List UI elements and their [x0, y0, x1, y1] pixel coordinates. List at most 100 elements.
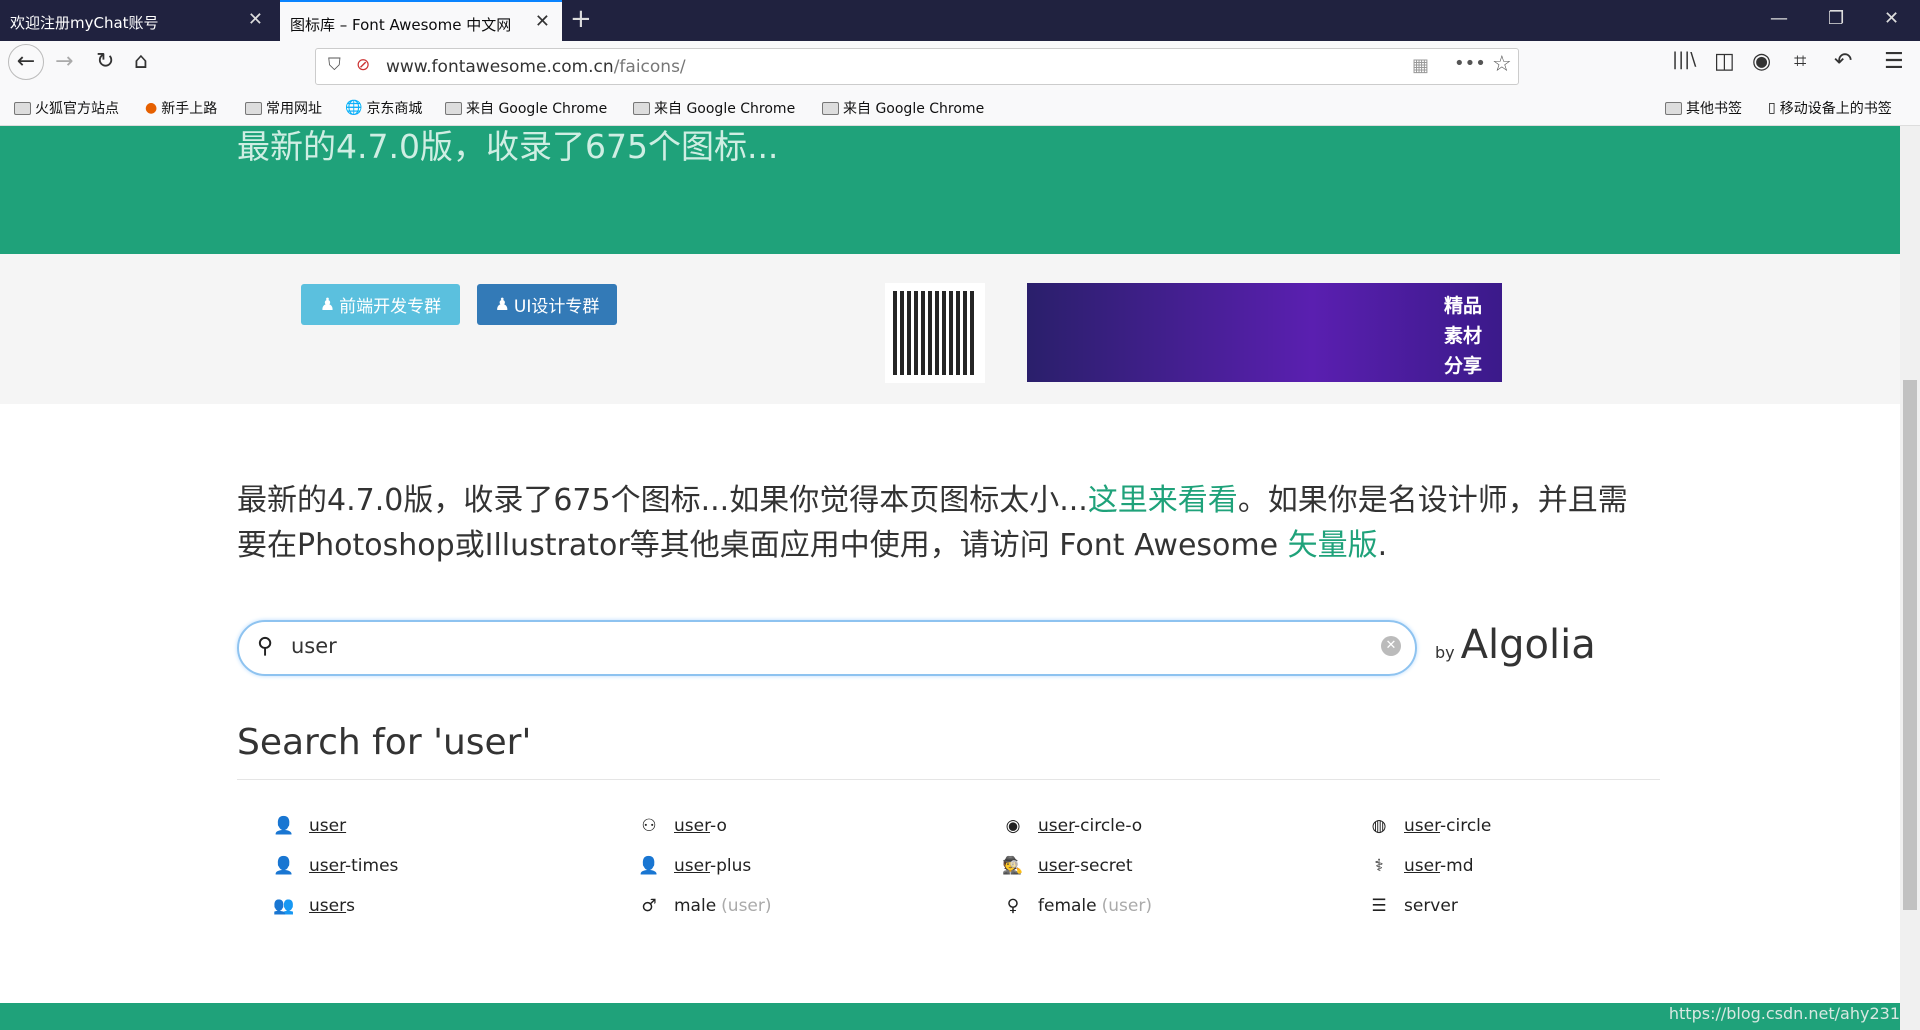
result-label[interactable]: user-o: [674, 816, 727, 836]
algolia-logo[interactable]: by Algolia: [1435, 622, 1596, 668]
result-item[interactable]: 👥 users: [271, 896, 360, 916]
result-label[interactable]: user-plus: [674, 856, 751, 876]
result-item[interactable]: 🕵 user-secret: [1000, 856, 1138, 876]
result-item[interactable]: 👤 user-plus: [636, 856, 756, 876]
result-label[interactable]: user: [309, 816, 346, 836]
library-icon[interactable]: |||\: [1672, 49, 1696, 70]
match-text: user: [674, 856, 710, 876]
result-label[interactable]: male: [674, 896, 716, 916]
bookmark-item[interactable]: 🌐 京东商城: [345, 98, 422, 118]
larger-icons-link[interactable]: 这里来看看: [1088, 483, 1238, 518]
url-text[interactable]: www.fontawesome.com.cn/faicons/: [386, 57, 686, 77]
match-text: user: [309, 816, 347, 836]
result-label[interactable]: user-circle-o: [1038, 816, 1142, 836]
home-icon[interactable]: ⌂: [134, 49, 148, 74]
alias-text: (user): [1101, 896, 1152, 916]
shield-icon[interactable]: ⛉: [328, 55, 341, 75]
menu-icon[interactable]: ☰: [1884, 49, 1904, 74]
rest-text: s: [346, 896, 355, 916]
rest-text: -md: [1440, 856, 1474, 876]
match-text: user: [1404, 816, 1440, 836]
undo-icon[interactable]: ↶: [1834, 49, 1852, 74]
match-text: user: [309, 896, 347, 916]
result-item[interactable]: 👤 user-times: [271, 856, 403, 876]
more-icon[interactable]: •••: [1454, 53, 1486, 74]
mobile-icon: ▯: [1768, 100, 1776, 116]
ad-banner[interactable]: 精品素材分享: [1027, 283, 1502, 382]
account-icon[interactable]: ◉: [1752, 49, 1771, 74]
result-item[interactable]: ♂ male (user): [636, 896, 771, 916]
restore-icon[interactable]: ❐: [1828, 8, 1844, 29]
rest-text: -circle-o: [1074, 816, 1143, 836]
crop-icon[interactable]: ⌗: [1794, 49, 1806, 74]
watermark: https://blog.csdn.net/ahy231: [1668, 1004, 1900, 1023]
result-item[interactable]: ⚇ user-o: [636, 816, 732, 836]
result-item[interactable]: ◉ user-circle-o: [1000, 816, 1147, 836]
clear-search-icon[interactable]: ✕: [1381, 636, 1401, 656]
result-item[interactable]: 👤 user: [271, 816, 351, 836]
reload-icon[interactable]: ↻: [96, 49, 114, 74]
result-label[interactable]: user-times: [309, 856, 398, 876]
bookmark-label: 其他书签: [1686, 101, 1742, 117]
rest-text: -circle: [1440, 816, 1492, 836]
result-label[interactable]: user-md: [1404, 856, 1474, 876]
frontend-group-button[interactable]: ♟ 前端开发专群: [301, 284, 460, 325]
footer-band: [0, 1003, 1900, 1030]
banner-text: 精品素材分享: [1444, 295, 1483, 377]
rest-text: -plus: [710, 856, 752, 876]
by-label: by: [1435, 643, 1455, 662]
bookmark-item[interactable]: 来自 Google Chrome: [822, 98, 984, 118]
bookmark-star-icon[interactable]: ☆: [1492, 52, 1512, 77]
match-text: user: [674, 816, 710, 836]
folder-icon: [633, 101, 650, 115]
result-item[interactable]: ♀ female (user): [1000, 896, 1152, 916]
result-label[interactable]: user-secret: [1038, 856, 1133, 876]
rest-text: server: [1404, 896, 1458, 916]
search-input[interactable]: [291, 634, 1291, 658]
result-label[interactable]: female: [1038, 896, 1097, 916]
user-circle-icon: ◍: [1371, 816, 1387, 836]
result-label[interactable]: users: [309, 896, 355, 916]
bookmark-item[interactable]: 来自 Google Chrome: [633, 98, 795, 118]
qq-icon: ♟: [319, 294, 336, 315]
tab-mychat[interactable]: 欢迎注册myChat账号 ✕: [0, 0, 275, 41]
bookmark-item[interactable]: 常用网址: [245, 98, 322, 118]
match-text: user: [1038, 816, 1074, 836]
scrollbar-thumb[interactable]: [1903, 380, 1917, 910]
bookmark-label: 来自 Google Chrome: [843, 101, 985, 117]
new-tab-icon[interactable]: +: [570, 4, 592, 34]
close-window-icon[interactable]: ✕: [1884, 8, 1899, 29]
tab-fontawesome[interactable]: 图标库 – Font Awesome 中文网 ✕: [280, 0, 562, 41]
qr-code-image: [885, 283, 985, 383]
result-item[interactable]: ☰ server: [1366, 896, 1463, 916]
forward-icon[interactable]: →: [55, 49, 73, 74]
result-label[interactable]: user-circle: [1404, 816, 1491, 836]
icon-search-box: ⚲ ✕: [237, 620, 1417, 676]
match-text: user: [1404, 856, 1440, 876]
bookmark-item[interactable]: 火狐官方站点: [14, 98, 119, 118]
bookmark-item[interactable]: 来自 Google Chrome: [445, 98, 607, 118]
ui-design-group-button[interactable]: ♟ UI设计专群: [477, 284, 617, 325]
minimize-icon[interactable]: —: [1770, 8, 1788, 29]
sidebar-icon[interactable]: ◫: [1714, 49, 1735, 74]
qq-icon: ♟: [494, 294, 510, 315]
button-label: 前端开发专群: [339, 297, 442, 317]
vector-version-link[interactable]: 矢量版: [1288, 528, 1378, 563]
search-icon: ⚲: [257, 634, 274, 659]
bookmark-item[interactable]: ▯ 移动设备上的书签: [1768, 98, 1892, 118]
url-bar[interactable]: ⛉ ⊘ www.fontawesome.com.cn/faicons/ ▦ ••…: [315, 48, 1519, 85]
user-secret-icon: 🕵: [1002, 856, 1024, 876]
insecure-lock-icon[interactable]: ⊘: [356, 55, 370, 75]
close-tab-icon[interactable]: ✕: [535, 11, 550, 32]
result-label[interactable]: server: [1404, 896, 1458, 916]
tab-title: 欢迎注册myChat账号: [10, 14, 159, 32]
close-tab-icon[interactable]: ✕: [248, 9, 263, 30]
result-item[interactable]: ⚕ user-md: [1366, 856, 1479, 876]
female-icon: ♀: [1006, 896, 1020, 916]
result-item[interactable]: ◍ user-circle: [1366, 816, 1496, 836]
bookmark-item[interactable]: 其他书签: [1665, 98, 1742, 118]
back-icon[interactable]: ←: [8, 44, 44, 80]
qr-code-icon[interactable]: ▦: [1412, 55, 1429, 76]
users-icon: 👥: [273, 896, 295, 916]
bookmark-item[interactable]: ● 新手上路: [145, 98, 217, 118]
